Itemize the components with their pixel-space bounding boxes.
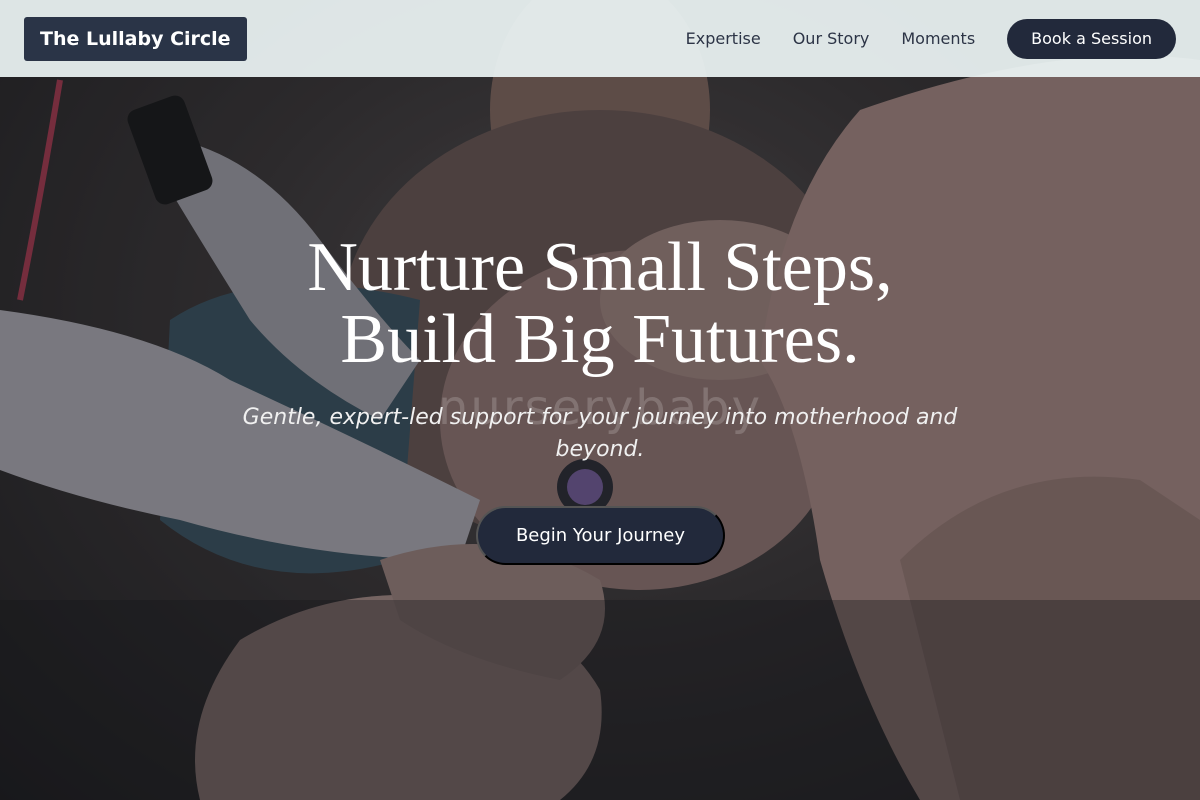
main-nav: Expertise Our Story Moments: [686, 29, 976, 48]
site-header: The Lullaby Circle Expertise Our Story M…: [0, 0, 1200, 77]
hero-headline: Nurture Small Steps, Build Big Futures.: [0, 232, 1200, 376]
hero-headline-line1: Nurture Small Steps,: [307, 229, 893, 306]
book-session-button[interactable]: Book a Session: [1007, 18, 1176, 59]
nav-link-expertise[interactable]: Expertise: [686, 29, 761, 48]
nav-link-moments[interactable]: Moments: [901, 29, 975, 48]
nav-link-our-story[interactable]: Our Story: [793, 29, 870, 48]
hero-subtitle: Gentle, expert-led support for your jour…: [242, 405, 958, 462]
begin-journey-button[interactable]: Begin Your Journey: [476, 506, 725, 565]
hero-headline-line2: Build Big Futures.: [340, 301, 860, 378]
brand-logo[interactable]: The Lullaby Circle: [24, 16, 247, 61]
